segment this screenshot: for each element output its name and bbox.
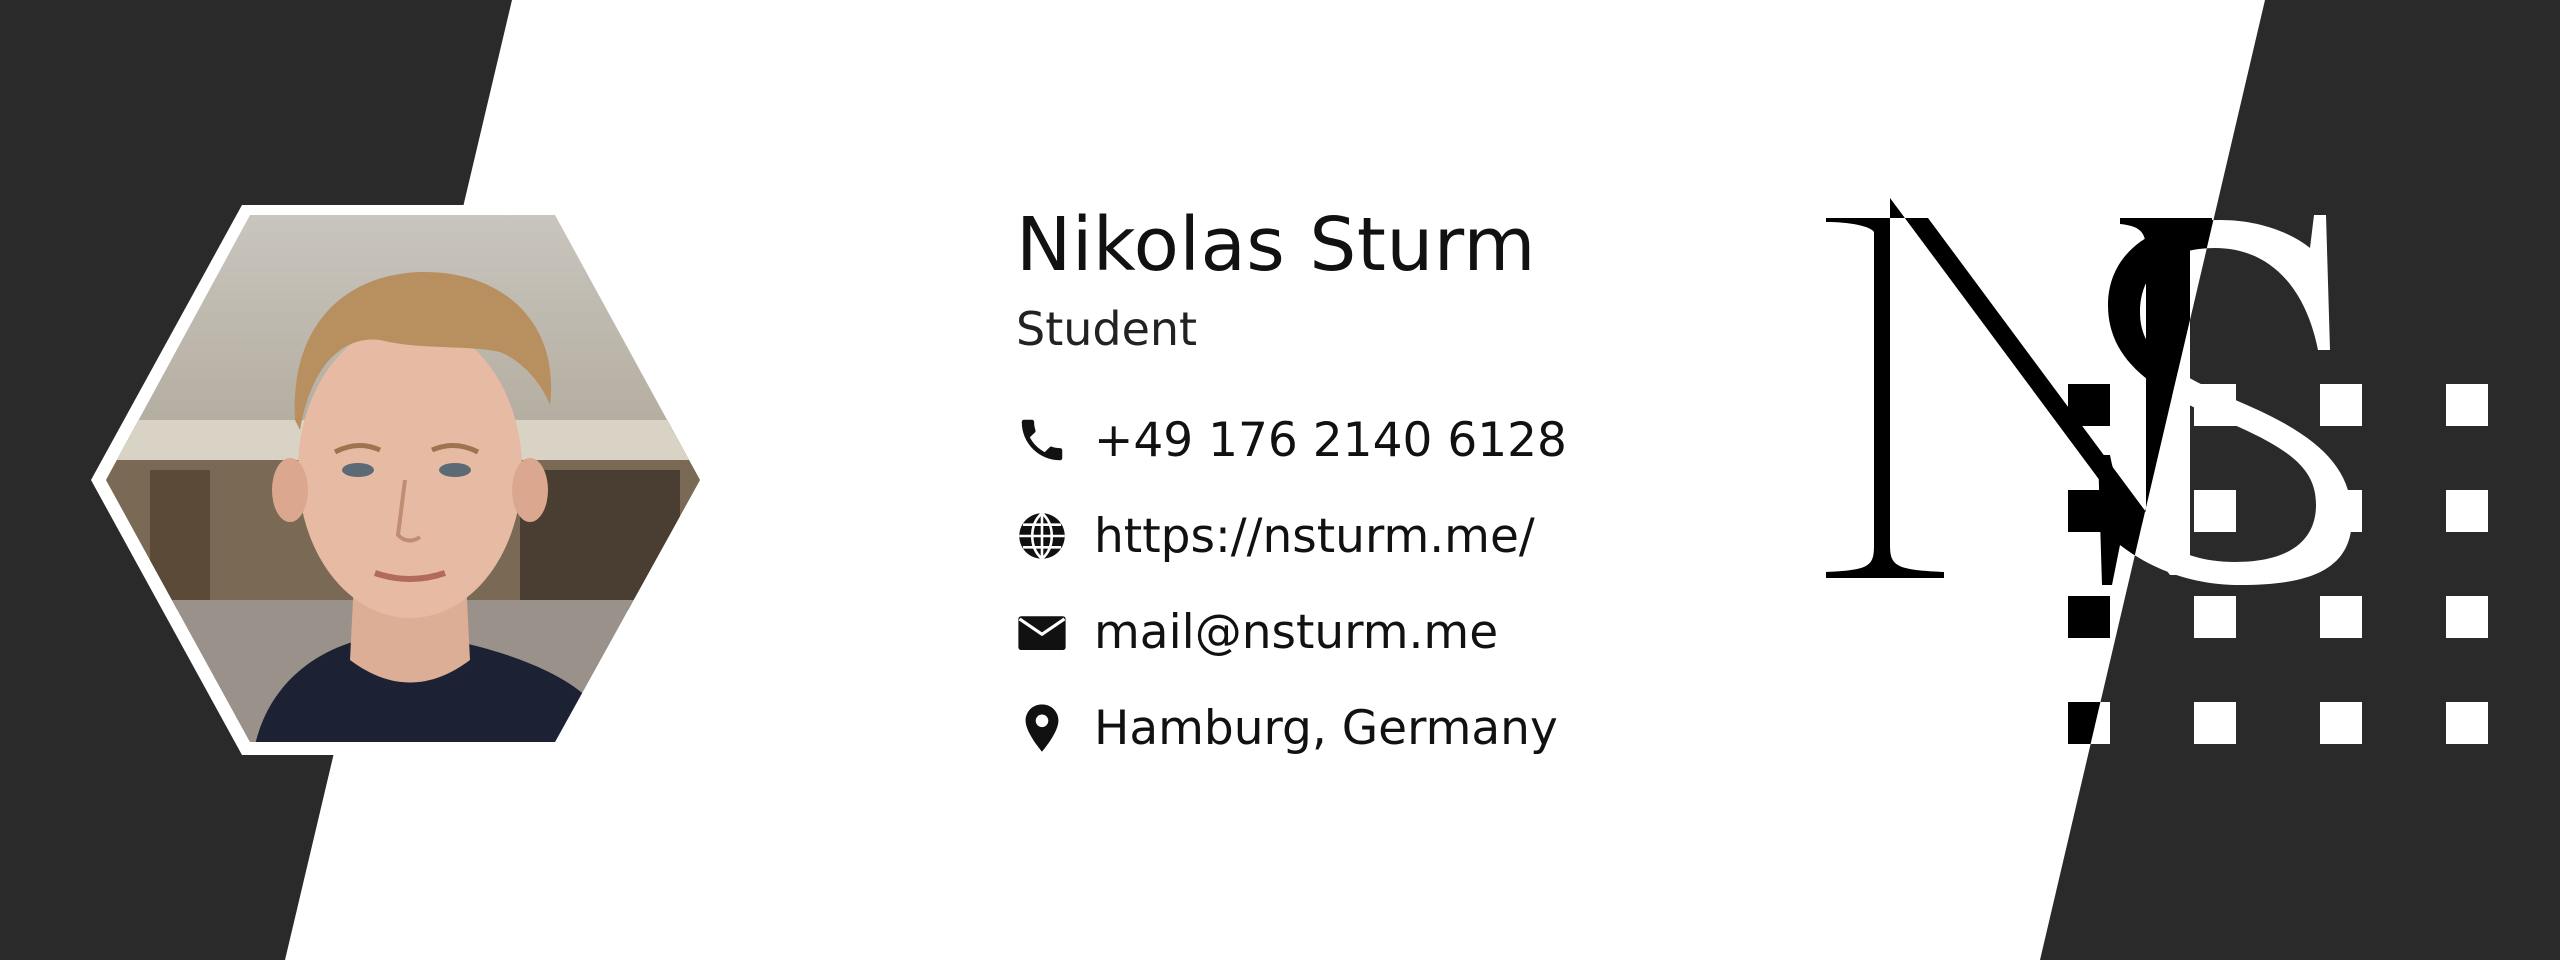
- location-text: Hamburg, Germany: [1094, 700, 1558, 756]
- website-link[interactable]: https://nsturm.me/: [1094, 509, 1535, 564]
- envelope-icon: [1014, 604, 1070, 660]
- phone-number[interactable]: +49 176 2140 6128: [1094, 413, 1567, 468]
- contact-phone: +49 176 2140 6128: [1014, 392, 1567, 488]
- name-block: Nikolas Sturm Student: [1016, 208, 1536, 352]
- map-pin-icon: [1014, 700, 1070, 756]
- contact-list: +49 176 2140 6128 https://nsturm.me/ mai…: [1014, 392, 1567, 776]
- contact-email: mail@nsturm.me: [1014, 584, 1567, 680]
- phone-icon: [1014, 412, 1070, 468]
- person-title: Student: [1016, 302, 1198, 356]
- contact-location: Hamburg, Germany: [1014, 680, 1567, 776]
- globe-icon: [1014, 508, 1070, 564]
- email-link[interactable]: mail@nsturm.me: [1094, 605, 1498, 660]
- contact-website: https://nsturm.me/: [1014, 488, 1567, 584]
- person-name: Nikolas Sturm: [1016, 202, 1536, 288]
- business-card: Nikolas Sturm Student +49 176 2140 6128 …: [0, 0, 2560, 960]
